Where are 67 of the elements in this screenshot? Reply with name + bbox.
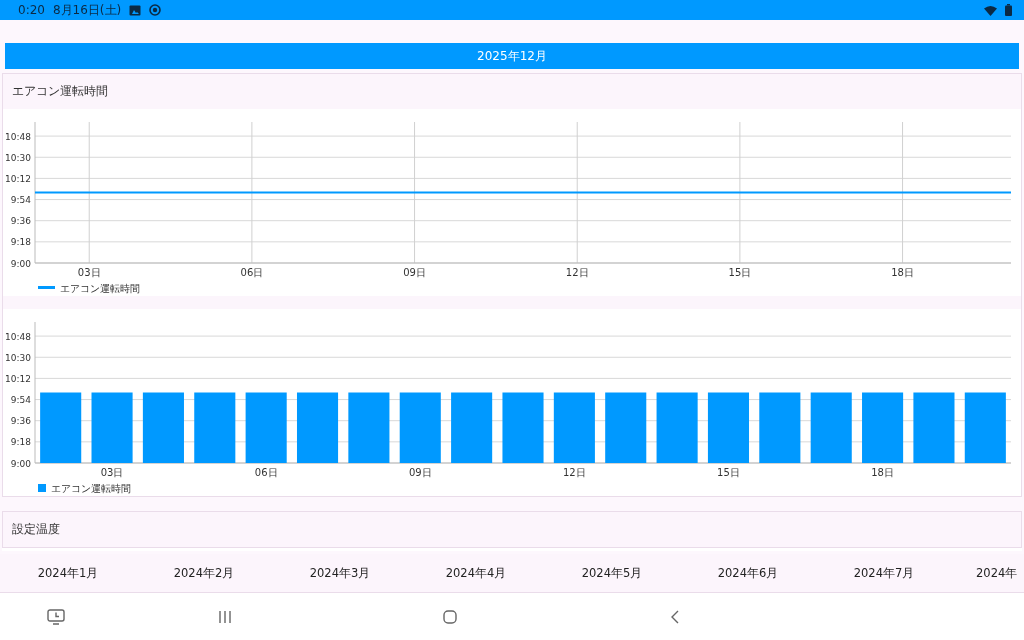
bar [656,392,698,463]
back-icon[interactable] [669,609,680,624]
bar [451,392,493,463]
bar [964,392,1006,463]
bar [707,392,749,463]
month-tab[interactable]: 2024年2月 [136,565,272,581]
axis-label: 10:30 [5,352,31,363]
axis-label: 15日 [728,267,752,278]
bar [913,392,955,463]
axis-label: 9:54 [10,395,31,406]
axis-label: 9:00 [10,458,31,469]
bar [245,392,287,463]
axis-label: 03日 [77,267,101,278]
bar [605,392,647,463]
home-icon[interactable] [442,609,457,624]
axis-label: 09日 [403,267,426,278]
recent-apps-icon[interactable] [217,609,232,624]
status-date: 8月16日(土) [52,1,122,19]
battery-icon [1005,4,1012,16]
axis-label: 12日 [565,267,589,278]
axis-label: 10:12 [5,173,31,184]
circle-icon [149,4,162,16]
bar [862,392,904,463]
axis-label: 12日 [563,467,586,478]
month-tab[interactable]: 2024年3月 [272,565,408,581]
card-title: エアコン運転時間 [11,83,109,100]
axis-label: 9:00 [10,258,31,269]
axis-label: 18日 [891,267,914,278]
bar [40,392,82,463]
month-tab[interactable]: 2024年6月 [680,565,816,581]
bar [297,392,339,463]
screen-clock-icon[interactable] [47,608,65,625]
axis-label: 03日 [100,467,124,478]
axis-label: 10:48 [5,331,31,342]
bar [194,392,236,463]
month-tab[interactable]: 2024年1月 [0,565,136,581]
axis-label: 06日 [240,267,264,278]
bar [502,392,544,463]
axis-label: 10:48 [5,131,31,142]
axis-label: 09日 [408,467,432,478]
month-tab[interactable]: 2024年7月 [816,565,952,581]
gallery-icon [129,4,142,16]
axis-label: 18日 [871,467,894,478]
month-tab[interactable]: 2024年4月 [408,565,544,581]
bar [91,392,133,463]
month-tab[interactable]: 2024年5月 [544,565,680,581]
legend-label: エアコン運転時間 [51,483,131,494]
axis-label: 9:36 [10,216,31,227]
bar [810,392,852,463]
wifi-icon [984,4,997,16]
month-tab[interactable]: 2024年 [952,565,1018,581]
bar [142,392,184,463]
axis-label: 9:36 [10,416,31,427]
axis-label: 15日 [717,467,740,478]
axis-label: 10:30 [5,152,31,163]
status-time: 0:20 [18,3,45,17]
legend-label: エアコン運転時間 [60,283,140,294]
bar [399,392,441,463]
axis-label: 9:54 [10,195,31,206]
axis-label: 9:18 [10,437,31,448]
axis-label: 06日 [254,467,278,478]
bar [759,392,801,463]
bar [553,392,595,463]
card-title: 設定温度 [11,521,61,538]
bar [348,392,390,463]
axis-label: 9:18 [10,237,31,248]
axis-label: 10:12 [5,373,31,384]
